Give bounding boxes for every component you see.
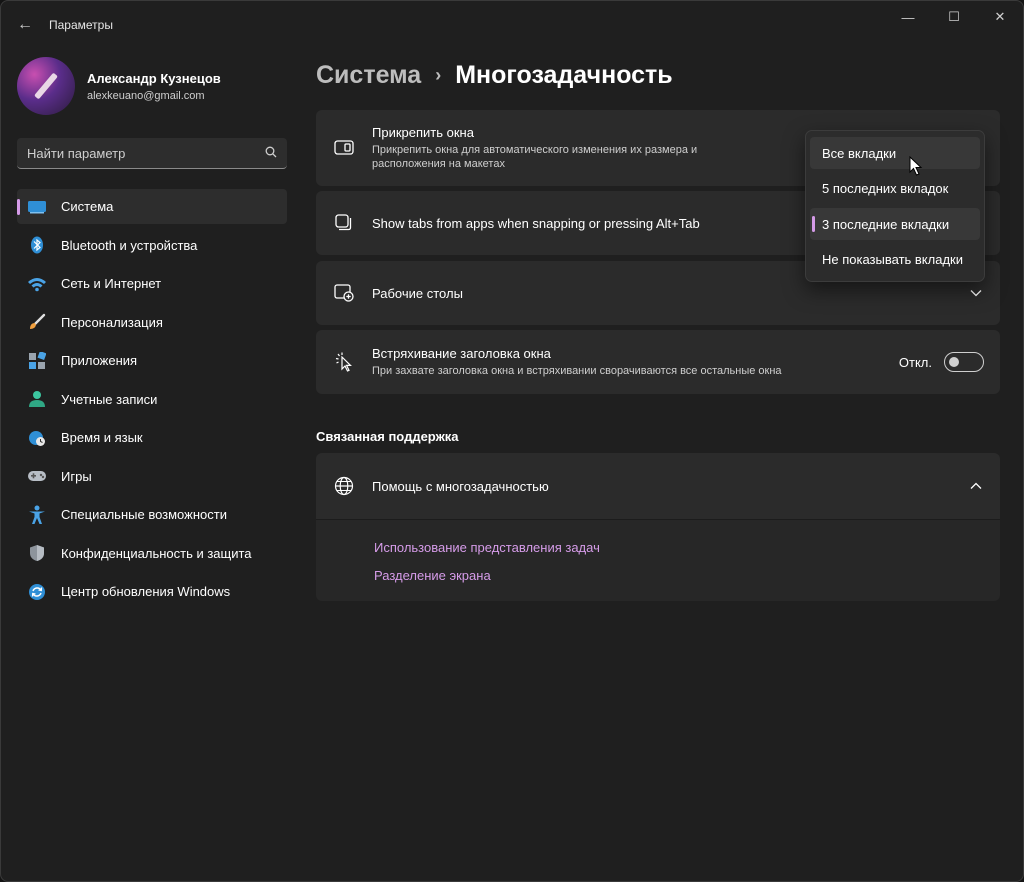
shake-cursor-icon bbox=[334, 352, 354, 372]
profile-text: Александр Кузнецов alexkeuano@gmail.com bbox=[87, 71, 221, 102]
sidebar-item-label: Сеть и Интернет bbox=[61, 276, 162, 291]
sidebar-item-personalization[interactable]: Персонализация bbox=[17, 305, 287, 340]
snap-text: Прикрепить окна Прикрепить окна для авто… bbox=[372, 125, 732, 171]
show-tabs-title: Show tabs from apps when snapping or pre… bbox=[372, 215, 700, 231]
user-profile[interactable]: Александр Кузнецов alexkeuano@gmail.com bbox=[17, 57, 221, 115]
snap-description: Прикрепить окна для автоматического изме… bbox=[372, 144, 698, 170]
desktops-title: Рабочие столы bbox=[372, 285, 463, 301]
sidebar-item-label: Специальные возможности bbox=[61, 507, 227, 522]
wifi-icon bbox=[27, 275, 47, 293]
shake-text: Встряхивание заголовка окна При захвате … bbox=[372, 346, 782, 378]
sidebar: Александр Кузнецов alexkeuano@gmail.com … bbox=[1, 49, 301, 881]
search-box[interactable] bbox=[17, 138, 287, 169]
chevron-down-icon[interactable] bbox=[970, 286, 982, 300]
sidebar-item-label: Персонализация bbox=[61, 314, 163, 330]
tabs-icon bbox=[334, 213, 354, 233]
shake-title: Встряхивание заголовка окна bbox=[372, 346, 551, 361]
shield-icon bbox=[27, 544, 47, 562]
breadcrumb: Система › Многозадачность bbox=[316, 61, 673, 90]
related-support-heading: Связанная поддержка bbox=[316, 429, 459, 444]
minimize-icon: — bbox=[901, 9, 915, 25]
multitasking-help-body: Использование представления задач Раздел… bbox=[316, 519, 1000, 601]
gamepad-icon bbox=[27, 467, 47, 485]
app-title: Параметры bbox=[49, 18, 113, 32]
profile-email: alexkeuano@gmail.com bbox=[87, 89, 205, 102]
brush-icon bbox=[27, 313, 47, 331]
search-input[interactable] bbox=[27, 145, 265, 161]
maximize-icon: ☐ bbox=[948, 9, 960, 24]
dropdown-option-no-tabs[interactable]: Не показывать вкладки bbox=[810, 244, 980, 276]
dropdown-option-5-tabs[interactable]: 5 последних вкладок bbox=[810, 173, 980, 205]
shake-toggle-wrap: Откл. bbox=[899, 352, 984, 372]
sidebar-item-label: Игры bbox=[61, 468, 92, 484]
sidebar-item-network[interactable]: Сеть и Интернет bbox=[17, 266, 287, 301]
globe-clock-icon bbox=[27, 429, 47, 447]
mouse-cursor-icon bbox=[909, 156, 923, 176]
caption-buttons: — ☐ ✕ bbox=[885, 1, 1023, 33]
sidebar-item-apps[interactable]: Приложения bbox=[17, 343, 287, 378]
sidebar-item-time-language[interactable]: Время и язык bbox=[17, 420, 287, 455]
sidebar-item-label: Bluetooth и устройства bbox=[61, 237, 198, 253]
help-title: Помощь с многозадачностью bbox=[372, 478, 549, 494]
sidebar-item-system[interactable]: Система bbox=[17, 189, 287, 224]
accessibility-icon bbox=[27, 505, 47, 524]
shake-description: При захвате заголовка окна и встряхивани… bbox=[372, 365, 782, 377]
person-icon bbox=[27, 390, 47, 408]
dropdown-option-all-tabs[interactable]: Все вкладки bbox=[810, 137, 980, 169]
close-icon: ✕ bbox=[994, 9, 1006, 24]
add-desktop-icon bbox=[334, 283, 354, 303]
breadcrumb-parent[interactable]: Система bbox=[316, 61, 421, 90]
minimize-button[interactable]: — bbox=[885, 1, 931, 33]
snap-title: Прикрепить окна bbox=[372, 125, 474, 140]
sidebar-item-label: Время и язык bbox=[61, 430, 143, 445]
update-icon bbox=[27, 583, 47, 601]
breadcrumb-separator-icon: › bbox=[435, 65, 442, 85]
shake-toggle-label: Откл. bbox=[898, 354, 932, 370]
title-bar-shake-card: Встряхивание заголовка окна При захвате … bbox=[316, 330, 1000, 394]
bluetooth-icon bbox=[27, 236, 47, 254]
sidebar-item-label: Конфиденциальность и защита bbox=[61, 545, 252, 561]
settings-window: ← Параметры — ☐ ✕ Александр Кузнецов ale… bbox=[0, 0, 1024, 882]
dropdown-option-label: Не показывать вкладки bbox=[822, 252, 963, 267]
dropdown-option-3-tabs[interactable]: 3 последние вкладки bbox=[810, 208, 980, 240]
help-link-task-view[interactable]: Использование представления задач bbox=[374, 540, 600, 555]
sidebar-item-label: Система bbox=[61, 199, 114, 214]
page-title: Многозадачность bbox=[455, 61, 673, 89]
sidebar-item-gaming[interactable]: Игры bbox=[17, 459, 287, 494]
sidebar-item-label: Учетные записи bbox=[61, 391, 158, 407]
title-bar: ← Параметры — ☐ ✕ bbox=[1, 1, 1023, 49]
back-button[interactable]: ← bbox=[1, 1, 49, 49]
dropdown-option-label: 5 последних вкладок bbox=[822, 181, 949, 196]
dropdown-option-label: 3 последние вкладки bbox=[822, 216, 950, 232]
snap-layout-icon bbox=[334, 138, 354, 158]
sidebar-item-label: Приложения bbox=[61, 353, 138, 368]
tabs-dropdown-menu: Все вкладки 5 последних вкладок 3 послед… bbox=[805, 130, 985, 282]
sidebar-item-privacy[interactable]: Конфиденциальность и защита bbox=[17, 536, 287, 571]
search-icon[interactable] bbox=[265, 146, 277, 161]
back-arrow-icon: ← bbox=[17, 16, 33, 33]
system-icon bbox=[27, 198, 47, 216]
chevron-up-icon[interactable] bbox=[970, 479, 982, 493]
sidebar-item-accounts[interactable]: Учетные записи bbox=[17, 382, 287, 417]
sidebar-item-bluetooth[interactable]: Bluetooth и устройства bbox=[17, 228, 287, 263]
shake-toggle-switch[interactable] bbox=[944, 352, 984, 372]
close-button[interactable]: ✕ bbox=[977, 1, 1023, 33]
profile-name: Александр Кузнецов bbox=[87, 70, 221, 86]
globe-icon bbox=[334, 476, 354, 496]
sidebar-item-accessibility[interactable]: Специальные возможности bbox=[17, 497, 287, 532]
help-link-split-screen[interactable]: Разделение экрана bbox=[374, 568, 491, 583]
maximize-button[interactable]: ☐ bbox=[931, 1, 977, 33]
dropdown-option-label: Все вкладки bbox=[822, 145, 897, 161]
sidebar-item-windows-update[interactable]: Центр обновления Windows bbox=[17, 574, 287, 609]
sidebar-item-label: Центр обновления Windows bbox=[61, 584, 231, 599]
apps-icon bbox=[27, 351, 47, 370]
sidebar-nav: Система Bluetooth и устройства Сеть и Ин… bbox=[17, 189, 287, 613]
multitasking-help-header[interactable]: Помощь с многозадачностью bbox=[316, 453, 1000, 519]
avatar bbox=[17, 57, 75, 115]
